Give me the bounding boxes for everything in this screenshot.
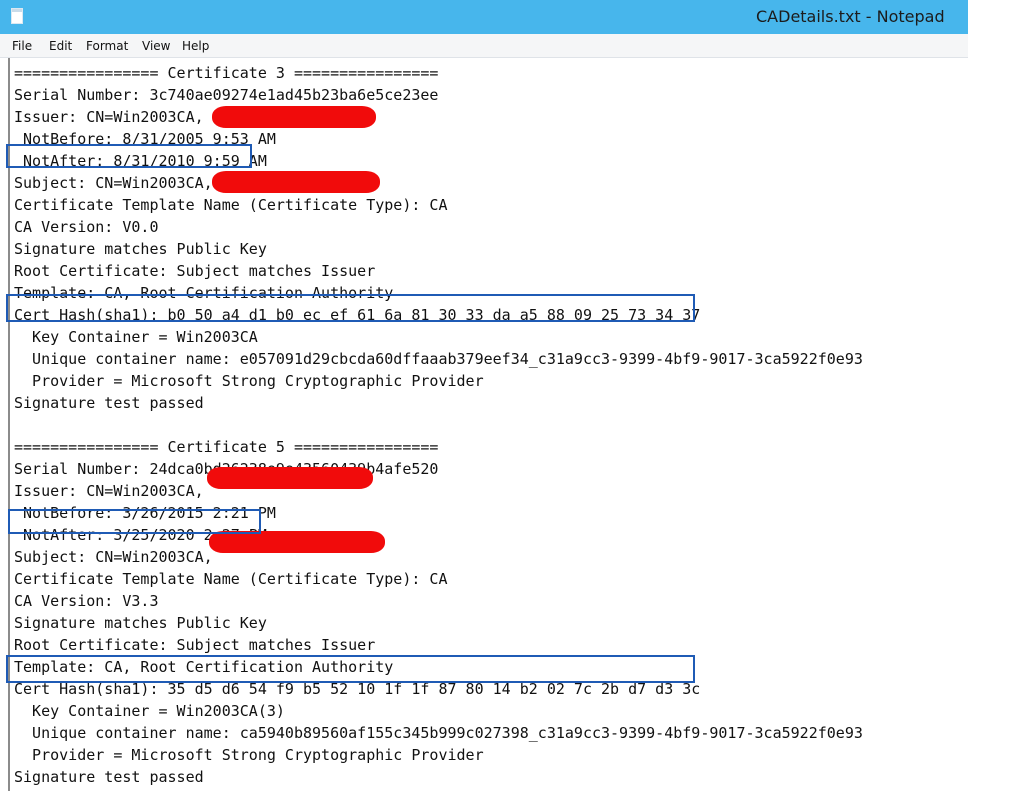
text-editor[interactable]: ================ Certificate 3 =========…	[0, 58, 968, 791]
document-line: ================ Certificate 5 =========…	[14, 438, 439, 456]
menu-bar: File Edit Format View Help	[0, 34, 968, 58]
document-line: Signature test passed	[14, 768, 204, 786]
notafter-highlight	[8, 509, 261, 534]
document-line: ================ Certificate 3 =========…	[14, 64, 439, 82]
menu-file[interactable]: File	[12, 38, 32, 54]
menu-format[interactable]: Format	[86, 38, 128, 54]
document-line: Certificate Template Name (Certificate T…	[14, 570, 448, 588]
subject-redaction	[212, 171, 380, 193]
document-line: Key Container = Win2003CA(3)	[14, 702, 285, 720]
menu-help[interactable]: Help	[182, 38, 209, 54]
issuer-redaction	[207, 467, 373, 489]
notafter-highlight	[6, 144, 252, 168]
window-title: CADetails.txt - Notepad	[756, 7, 945, 26]
document-line: Unique container name: ca5940b89560af155…	[14, 724, 863, 742]
cert-hash-highlight	[6, 294, 695, 322]
document-line: Signature matches Public Key	[14, 614, 267, 632]
notepad-icon	[11, 8, 23, 24]
document-line: Subject: CN=Win2003CA,	[14, 174, 213, 192]
subject-redaction	[209, 531, 385, 553]
document-line: Root Certificate: Subject matches Issuer	[14, 636, 376, 654]
issuer-redaction	[212, 106, 376, 128]
document-line: Issuer: CN=Win2003CA,	[14, 482, 204, 500]
document-line: CA Version: V0.0	[14, 218, 159, 236]
cert-hash-highlight	[6, 655, 695, 683]
menu-view[interactable]: View	[142, 38, 170, 54]
document-line: Key Container = Win2003CA	[14, 328, 258, 346]
document-line: Unique container name: e057091d29cbcda60…	[14, 350, 863, 368]
document-line: Signature matches Public Key	[14, 240, 267, 258]
document-line: Certificate Template Name (Certificate T…	[14, 196, 448, 214]
menu-edit[interactable]: Edit	[49, 38, 72, 54]
document-line: Issuer: CN=Win2003CA,	[14, 108, 204, 126]
document-line: Provider = Microsoft Strong Cryptographi…	[14, 372, 484, 390]
document-line: Provider = Microsoft Strong Cryptographi…	[14, 746, 484, 764]
document-line: Root Certificate: Subject matches Issuer	[14, 262, 376, 280]
notepad-window: CADetails.txt - Notepad File Edit Format…	[0, 0, 968, 791]
document-line: Subject: CN=Win2003CA,	[14, 548, 213, 566]
title-bar: CADetails.txt - Notepad	[0, 0, 968, 34]
document-line: Serial Number: 3c740ae09274e1ad45b23ba6e…	[14, 86, 439, 104]
document-line: CA Version: V3.3	[14, 592, 159, 610]
document-line: Signature test passed	[14, 394, 204, 412]
